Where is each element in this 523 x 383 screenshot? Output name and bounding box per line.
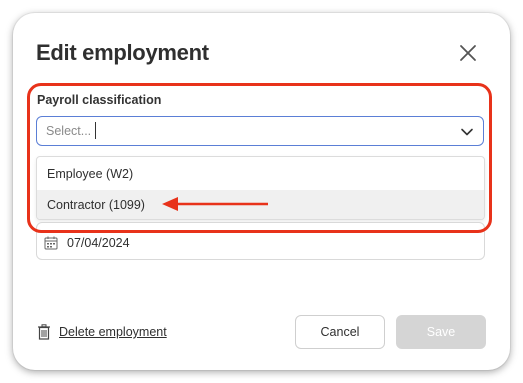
text-caret xyxy=(95,122,96,139)
delete-employment-link[interactable]: Delete employment xyxy=(37,324,167,340)
cancel-button[interactable]: Cancel xyxy=(295,315,385,349)
start-date-field[interactable]: 07/04/2024 xyxy=(36,222,485,260)
close-icon[interactable] xyxy=(456,41,480,65)
dialog-title: Edit employment xyxy=(36,40,209,65)
start-date-value: 07/04/2024 xyxy=(67,236,130,250)
payroll-classification-select[interactable]: Select... xyxy=(36,116,484,146)
option-contractor-1099[interactable]: Contractor (1099) xyxy=(37,190,484,219)
calendar-icon xyxy=(44,236,58,250)
trash-icon xyxy=(38,324,50,340)
option-employee-w2[interactable]: Employee (W2) xyxy=(37,159,484,189)
select-placeholder: Select... xyxy=(46,124,92,138)
payroll-classification-label: Payroll classification xyxy=(37,93,162,107)
payroll-options-menu: Employee (W2) Contractor (1099) xyxy=(36,156,485,220)
chevron-down-icon xyxy=(461,128,473,136)
save-button[interactable]: Save xyxy=(396,315,486,349)
delete-employment-label: Delete employment xyxy=(59,325,167,339)
